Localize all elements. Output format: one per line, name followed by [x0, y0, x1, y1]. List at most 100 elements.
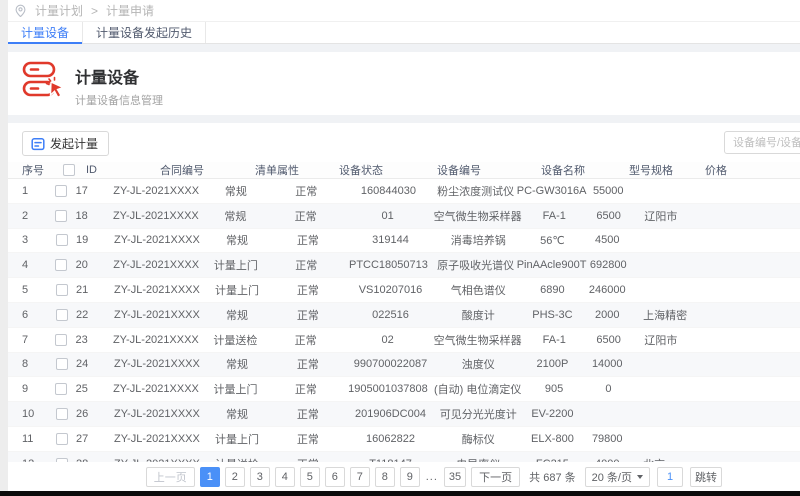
cell-status: 正常: [295, 260, 318, 273]
page-button-2[interactable]: 2: [224, 466, 245, 487]
page-button-3[interactable]: 3: [249, 466, 270, 487]
page-button-4[interactable]: 4: [274, 466, 295, 487]
cell-select: [47, 358, 76, 371]
cell-price: 6500: [596, 209, 621, 222]
page-subtitle: 计量设备信息管理: [75, 95, 163, 107]
row-checkbox[interactable]: [55, 432, 68, 445]
column-header-select: [52, 164, 86, 176]
row-checkbox[interactable]: [55, 184, 68, 197]
cell-device-no: 02: [381, 333, 394, 346]
jump-page-input[interactable]: [657, 466, 683, 487]
cell-select: [47, 308, 76, 321]
cell-model: PinAAcle900T: [516, 259, 587, 272]
next-page-button[interactable]: 下一页: [471, 466, 521, 487]
cell-index: 1: [22, 184, 29, 197]
cell-index: 2: [22, 209, 29, 222]
cell-id: 22: [75, 308, 89, 321]
cell-device-no: 01: [381, 209, 394, 222]
cell-model: 6890: [540, 284, 565, 297]
prev-page-button[interactable]: 上一页: [145, 466, 195, 487]
cell-select: [47, 383, 75, 396]
cell-model: EV-2200: [531, 408, 574, 421]
search-input[interactable]: [724, 131, 800, 154]
cell-select: [47, 234, 76, 247]
column-header-status: 设备状态: [339, 165, 383, 177]
cell-price: 79800: [591, 432, 623, 445]
page-button-9[interactable]: 9: [399, 466, 420, 487]
cell-select: [47, 333, 75, 346]
device-table: 序号 ID 合同编号 清单属性 设备状态 设备编号 设备名称 型号规格 价格 1…: [8, 162, 800, 477]
collapsed-sidebar-strip: [0, 0, 8, 496]
select-all-checkbox[interactable]: [63, 164, 75, 176]
cell-contract: ZY-JL-2021XXXX: [113, 383, 199, 396]
cell-id: 26: [75, 408, 89, 421]
cell-attr: 计量上门: [215, 433, 260, 446]
cell-device-name: 消毒培养锅: [450, 235, 506, 248]
row-checkbox[interactable]: [55, 259, 68, 272]
row-checkbox[interactable]: [55, 333, 68, 346]
tab-launch-history[interactable]: 计量设备发起历史: [83, 22, 207, 43]
launch-measurement-button[interactable]: 发起计量: [22, 131, 110, 156]
column-header-index: 序号: [22, 165, 44, 177]
cell-price: 4500: [594, 234, 620, 247]
page-button-8[interactable]: 8: [374, 466, 395, 487]
cell-price: 692800: [589, 259, 627, 272]
cell-contract: ZY-JL-2021XXXX: [114, 308, 200, 321]
cell-attr: 计量上门: [215, 285, 260, 298]
cell-price: 2000: [594, 308, 620, 321]
row-checkbox[interactable]: [55, 408, 68, 421]
column-header-model: 型号规格: [629, 165, 673, 177]
cell-model: PHS-3C: [532, 308, 573, 321]
cell-device-no: 319144: [372, 234, 409, 247]
cell-attr: 计量上门: [213, 384, 258, 397]
cell-model: ELX-800: [531, 432, 574, 445]
cell-device-name: 浊度仪: [461, 359, 495, 372]
cell-attr: 常规: [226, 359, 249, 372]
table-row: 5 21 ZY-JL-2021XXXX 计量上门 正常 VS10207016 气…: [8, 278, 800, 303]
cell-index: 8: [22, 358, 29, 371]
table-row: 10 26 ZY-JL-2021XXXX 常规 正常 201906DC004 可…: [8, 402, 800, 427]
cell-contract: ZY-JL-2021XXXX: [114, 432, 200, 445]
page-content: 计量设备 计量设备信息管理 发起计量 序号 ID 合同编号 清单属性 设备状态 …: [8, 44, 800, 491]
page-button-last[interactable]: 35: [443, 466, 467, 487]
cell-contract: ZY-JL-2021XXXX: [113, 184, 200, 197]
cell-device-no: 1905001037808: [348, 383, 428, 396]
column-header-contract: 合同编号: [160, 165, 204, 177]
cell-price: 6500: [596, 333, 621, 346]
cell-device-name: 酸度计: [461, 309, 495, 322]
page-size-select[interactable]: 20 条/页: [584, 466, 650, 487]
cell-contract: ZY-JL-2021XXXX: [114, 234, 200, 247]
table-header-row: 序号 ID 合同编号 清单属性 设备状态 设备编号 设备名称 型号规格 价格: [8, 162, 800, 179]
table-row: 11 27 ZY-JL-2021XXXX 计量上门 正常 16062822 酶标…: [8, 426, 800, 452]
page-button-5[interactable]: 5: [299, 466, 320, 487]
page-button-1[interactable]: 1: [199, 466, 220, 487]
row-checkbox[interactable]: [55, 308, 68, 321]
tab-bar: 计量设备 计量设备发起历史: [8, 22, 800, 44]
cell-status: 正常: [296, 409, 319, 422]
cell-device-name: 空气微生物采样器: [433, 334, 522, 347]
cell-contract: ZY-JL-2021XXXX: [114, 284, 200, 297]
cell-contract: ZY-JL-2021XXXX: [114, 408, 200, 421]
tab-measuring-devices[interactable]: 计量设备: [8, 22, 84, 44]
row-checkbox[interactable]: [55, 234, 68, 247]
cell-vendor: 上海精密: [643, 309, 688, 322]
cell-device-no: 990700022087: [353, 358, 428, 371]
cell-status: 正常: [296, 309, 319, 322]
cell-select: [47, 184, 76, 197]
row-checkbox[interactable]: [55, 358, 68, 371]
cell-attr: 常规: [224, 185, 247, 198]
breadcrumb-item-plan[interactable]: 计量计划: [35, 2, 83, 19]
table-row: 6 22 ZY-JL-2021XXXX 常规 正常 022516 酸度计 PHS…: [8, 302, 800, 328]
cell-status: 正常: [296, 359, 319, 372]
page-button-7[interactable]: 7: [349, 466, 370, 487]
row-checkbox[interactable]: [55, 209, 68, 222]
device-table-card: 发起计量 序号 ID 合同编号 清单属性 设备状态 设备编号 设备名称 型号规格…: [8, 123, 800, 491]
cell-price: 55000: [592, 184, 624, 197]
jump-button[interactable]: 跳转: [690, 466, 722, 487]
cell-price: 246000: [588, 284, 626, 297]
row-checkbox[interactable]: [55, 284, 68, 297]
page-button-6[interactable]: 6: [324, 466, 345, 487]
cell-id: 20: [75, 259, 88, 272]
row-checkbox[interactable]: [55, 383, 68, 396]
cell-device-name: 气相色谱仪: [450, 285, 506, 298]
